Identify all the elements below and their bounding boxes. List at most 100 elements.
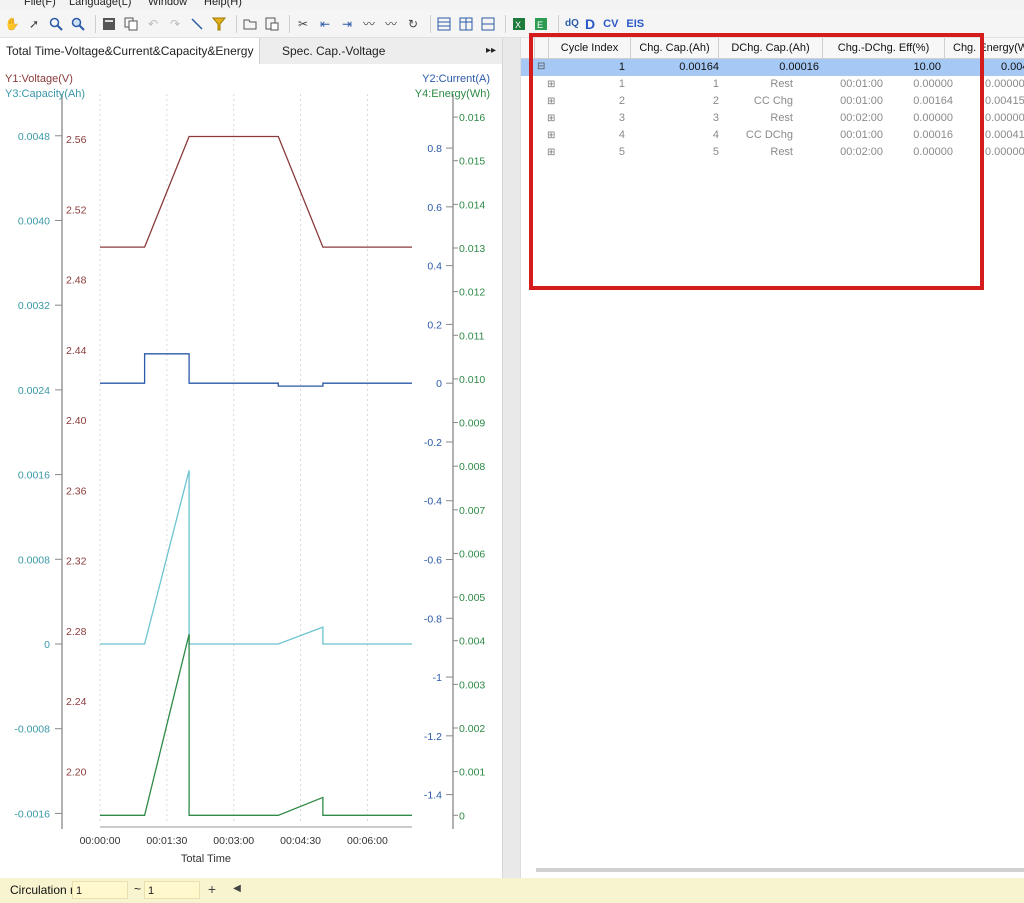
line-tool-icon[interactable]: [188, 15, 206, 33]
y3-tick-label: 0.0048: [18, 131, 50, 143]
series-line-y4: [100, 634, 412, 816]
filter-icon[interactable]: [210, 15, 228, 33]
save-as-icon[interactable]: [263, 15, 281, 33]
y4-tick-label: 0.015: [459, 156, 485, 168]
pointer-icon[interactable]: ➚: [25, 15, 43, 33]
y1-tick-label: 2.44: [66, 345, 87, 357]
y3-tick-label: 0.0024: [18, 385, 50, 397]
menu-language[interactable]: Language(L): [69, 0, 131, 8]
highlight-box: [529, 33, 984, 290]
series-line-y2: [100, 353, 412, 387]
step-cell-f: 0.00000: [985, 112, 1024, 124]
series-line-y1: [100, 135, 412, 248]
y4-tick-label: 0.001: [459, 767, 485, 779]
calculator-icon[interactable]: [100, 15, 118, 33]
y3-tick-label: 0.0040: [18, 215, 50, 227]
chg-energy-cell: 0.00415: [1001, 61, 1024, 73]
y2-tick-label: -1: [433, 672, 442, 684]
table-icon-1[interactable]: [435, 15, 453, 33]
open-folder-icon[interactable]: [241, 15, 259, 33]
step-cell-f: 0.00415: [985, 95, 1024, 107]
y2-tick-label: -0.4: [424, 496, 442, 508]
y1-tick-label: 2.28: [66, 626, 87, 638]
hand-icon[interactable]: ✋: [3, 15, 21, 33]
y1-tick-label: 2.52: [66, 204, 87, 216]
y4-tick-label: 0.002: [459, 723, 485, 735]
y2-tick-label: -1.4: [424, 790, 442, 802]
y4-axis-title: Y4:Energy(Wh): [415, 88, 490, 100]
y1-tick-label: 2.40: [66, 415, 87, 427]
y1-tick-label: 2.20: [66, 766, 87, 778]
y2-tick-label: 0.4: [427, 261, 442, 273]
menu-window[interactable]: Window: [148, 0, 187, 8]
tab-total-time[interactable]: Total Time-Voltage&Current&Capacity&Ener…: [0, 38, 261, 64]
toolbar-separator: [430, 14, 431, 33]
y4-tick-label: 0.009: [459, 418, 485, 430]
x-tick-label: 00:04:30: [280, 835, 321, 847]
y2-tick-label: -0.8: [424, 613, 442, 625]
y4-tick-label: 0.013: [459, 243, 485, 255]
svg-text:E: E: [537, 20, 543, 30]
y4-tick-label: 0: [459, 810, 465, 822]
excel-export-icon[interactable]: E: [532, 15, 550, 33]
x-tick-label: 00:01:30: [146, 835, 187, 847]
refresh-icon[interactable]: ↻: [404, 15, 422, 33]
undo-icon[interactable]: ↶: [144, 15, 162, 33]
add-icon[interactable]: +: [203, 881, 221, 899]
toolbar-separator: [558, 14, 559, 33]
panel-splitter[interactable]: [502, 38, 520, 878]
zoom-out-icon[interactable]: [69, 15, 87, 33]
menu-help[interactable]: Help(H): [204, 0, 242, 8]
table-icon-2[interactable]: [457, 15, 475, 33]
arrow-left-icon[interactable]: ⇤: [316, 15, 334, 33]
chart-tabs: Total Time-Voltage&Current&Capacity&Ener…: [0, 38, 502, 65]
curve-icon-1[interactable]: 〰: [360, 15, 378, 33]
y1-tick-label: 2.56: [66, 134, 87, 146]
curve-icon-2[interactable]: 〰: [382, 15, 400, 33]
zoom-in-icon[interactable]: [47, 15, 65, 33]
arrow-right-icon[interactable]: ⇥: [338, 15, 356, 33]
y4-tick-label: 0.010: [459, 374, 485, 386]
y2-tick-label: 0.6: [427, 202, 442, 214]
range-tilde: ~: [134, 882, 142, 896]
range-from-input[interactable]: 1: [72, 881, 128, 899]
multi-axis-chart[interactable]: Y1:Voltage(V) Y3:Capacity(Ah) Y2:Current(A…: [0, 64, 502, 878]
tabs-more-icon[interactable]: ▸▸: [486, 38, 496, 64]
excel-icon[interactable]: X: [510, 15, 528, 33]
y2-tick-label: 0: [436, 378, 442, 390]
y3-tick-label: 0.0016: [18, 470, 50, 482]
toolbar-separator: [236, 14, 237, 33]
redo-icon[interactable]: ↷: [166, 15, 184, 33]
menu-file[interactable]: File(F): [24, 0, 56, 8]
y1-axis-title: Y1:Voltage(V): [5, 73, 73, 85]
horizontal-scrollbar[interactable]: [536, 868, 1024, 872]
y2-tick-label: 0.2: [427, 319, 442, 331]
y4-tick-label: 0.004: [459, 636, 485, 648]
y3-tick-label: -0.0008: [14, 724, 50, 736]
y3-tick-label: -0.0016: [14, 808, 50, 820]
toolbar-separator: [289, 14, 290, 33]
step-cell-f: 0.00000: [985, 78, 1024, 90]
toolbar-separator: [505, 14, 506, 33]
dq-icon[interactable]: dQ: [563, 15, 581, 33]
copy-icon[interactable]: [122, 15, 140, 33]
step-cell-f: 0.00041: [985, 129, 1024, 141]
d-button[interactable]: D: [585, 16, 595, 32]
x-axis-title: Total Time: [181, 853, 231, 865]
y2-tick-label: -0.6: [424, 555, 442, 567]
tab-spec-cap[interactable]: Spec. Cap.-Voltage: [276, 38, 391, 64]
prev-icon[interactable]: ◀: [228, 881, 246, 899]
y4-tick-label: 0.011: [459, 330, 485, 342]
y2-tick-label: 0.8: [427, 143, 442, 155]
y4-tick-label: 0.014: [459, 199, 485, 211]
y2-tick-label: -0.2: [424, 437, 442, 449]
range-to-input[interactable]: 1: [144, 881, 200, 899]
cv-button[interactable]: CV: [603, 18, 618, 30]
y4-tick-label: 0.007: [459, 505, 485, 517]
toolbar-separator: [95, 14, 96, 33]
y3-axis-title: Y3:Capacity(Ah): [5, 88, 85, 100]
table-icon-3[interactable]: [479, 15, 497, 33]
eis-button[interactable]: EIS: [626, 18, 644, 30]
y4-tick-label: 0.016: [459, 112, 485, 124]
scissors-icon[interactable]: ✂: [294, 15, 312, 33]
